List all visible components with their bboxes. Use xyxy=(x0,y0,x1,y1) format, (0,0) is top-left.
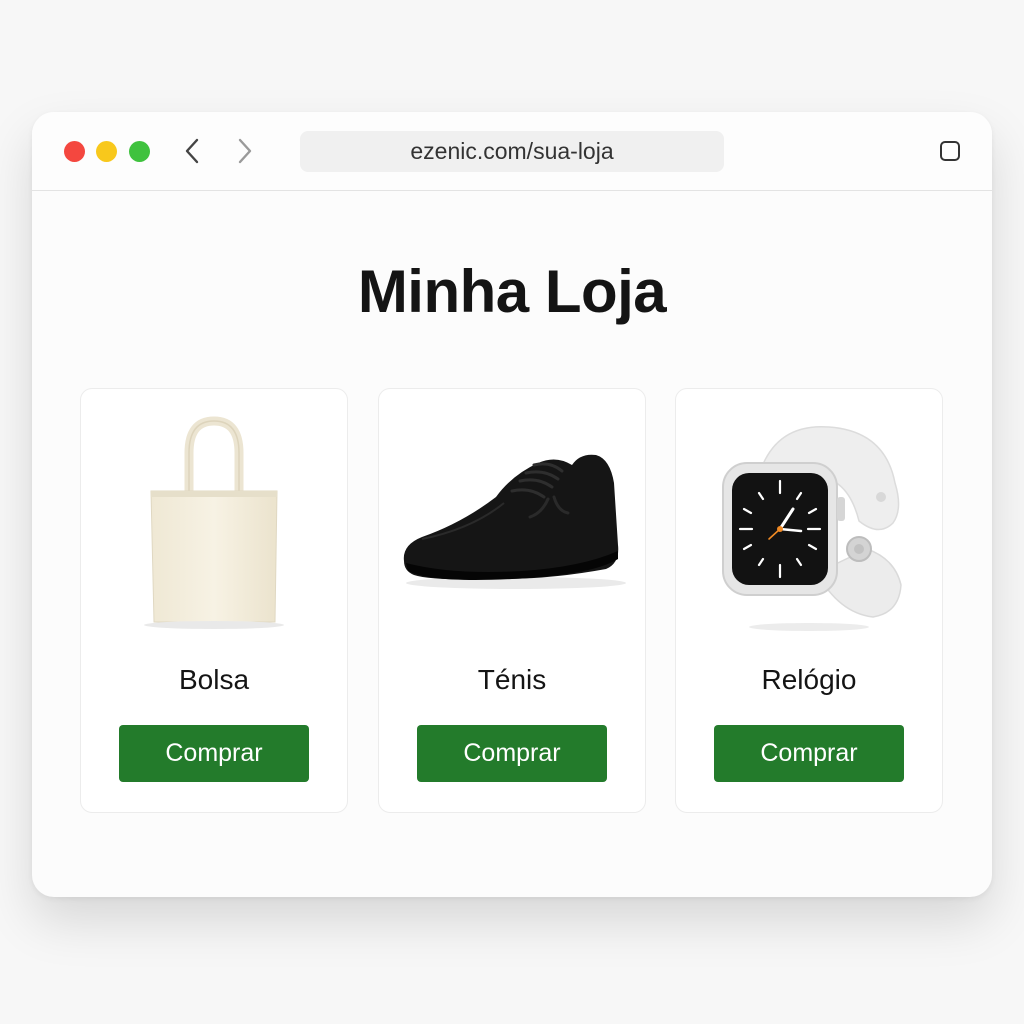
page-title: Minha Loja xyxy=(357,258,667,325)
product-card-tenis: Ténis Comprar xyxy=(378,388,646,813)
buy-button[interactable]: Comprar xyxy=(714,725,904,782)
smartwatch-icon xyxy=(722,425,902,631)
buy-button[interactable]: Comprar xyxy=(417,725,607,782)
minimize-window-button[interactable] xyxy=(96,141,117,162)
tab-overview-button[interactable] xyxy=(938,139,962,163)
product-name: Relógio xyxy=(761,664,857,695)
tote-bag-icon xyxy=(144,416,284,629)
browser-window: ezenic.com/sua-loja Minha Loja Bolsa Com… xyxy=(32,112,992,897)
tabs-icon xyxy=(940,141,960,161)
product-card-relogio: Relógio Comprar xyxy=(675,388,943,813)
close-window-button[interactable] xyxy=(64,141,85,162)
product-name: Bolsa xyxy=(178,664,250,695)
address-bar-url: ezenic.com/sua-loja xyxy=(410,138,614,164)
buy-button[interactable]: Comprar xyxy=(119,725,309,782)
forward-button[interactable] xyxy=(231,137,259,165)
sneaker-icon xyxy=(403,454,626,589)
chevron-right-icon xyxy=(238,138,252,164)
product-name: Ténis xyxy=(477,664,547,695)
chevron-left-icon xyxy=(185,138,199,164)
browser-titlebar: ezenic.com/sua-loja xyxy=(32,112,992,191)
product-card-bolsa: Bolsa Comprar xyxy=(80,388,348,813)
maximize-window-button[interactable] xyxy=(129,141,150,162)
back-button[interactable] xyxy=(178,137,206,165)
address-bar[interactable]: ezenic.com/sua-loja xyxy=(300,131,724,172)
